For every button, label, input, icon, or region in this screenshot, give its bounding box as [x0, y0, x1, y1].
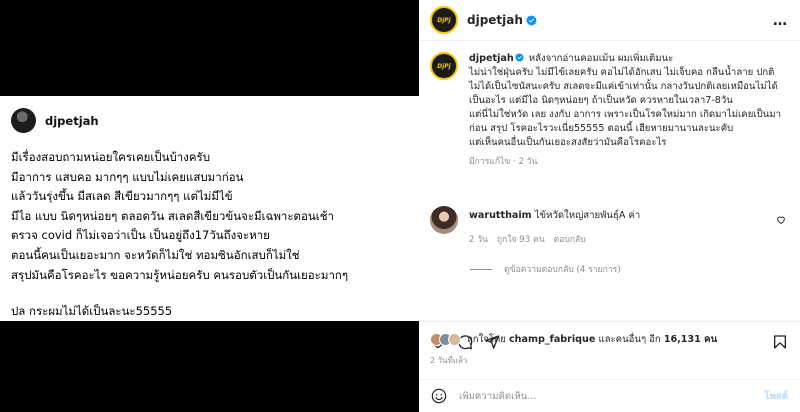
- likes-summary[interactable]: ถูกใจโดย champ_fabrique และคนอื่นๆ อีก 1…: [467, 332, 717, 347]
- card-signature: ปล กระผมไม่ได้เป็นละนะ55555: [11, 304, 173, 319]
- caption-line: หลังจากอ่านคอมเม้น ผมเพิ่มเติมนะ: [528, 53, 674, 64]
- comment-like-heart-icon[interactable]: [776, 215, 786, 225]
- caption-line: แต่นี่ไม่ใช่หวัด เลย งงกับ อาการ เพราะเป…: [469, 109, 781, 134]
- verified-badge-icon: [526, 14, 537, 26]
- comment-meta: 2 วัน ถูกใจ 93 คน ตอบกลับ: [469, 232, 769, 246]
- more-options-icon[interactable]: …: [773, 13, 788, 29]
- likes-middle: และคนอื่นๆ อีก: [598, 334, 661, 345]
- comment-like-count[interactable]: ถูกใจ 93 คน: [497, 232, 545, 246]
- save-bookmark-icon[interactable]: [772, 334, 788, 350]
- likes-row: ถูกใจโดย champ_fabrique และคนอื่นๆ อีก 1…: [430, 332, 717, 347]
- author-username[interactable]: djpetjah: [467, 13, 523, 27]
- post-panel: DjPj djpetjah … DjPj djpetjah หลังจากอ่า…: [419, 0, 800, 412]
- caption-text: djpetjah หลังจากอ่านคอมเม้น ผมเพิ่มเติมน…: [469, 52, 789, 169]
- avatar-logo-text: DjPj: [437, 16, 451, 24]
- card-line: ตอนนี้คนเป็นเยอะมาก จะหวัดก็ไม่ใช่ ทอมซิ…: [11, 247, 300, 262]
- likes-count[interactable]: 16,131 คน: [664, 334, 717, 345]
- view-replies-button[interactable]: ดูข้อความตอบกลับ (4 รายการ): [470, 262, 621, 276]
- card-line: ตรวจ covid ก็ไม่เจอว่าเป็น เป็นอยู่ถึง17…: [11, 228, 270, 243]
- verified-badge-icon: [514, 53, 524, 62]
- comment-body: warutthaim ไข้หวัดใหญ่สายพันธุ์A ค่า 2 ว…: [469, 206, 769, 246]
- post-timestamp[interactable]: 2 วันที่แล้ว: [430, 354, 467, 367]
- add-comment-input[interactable]: [459, 390, 739, 402]
- caption-username[interactable]: djpetjah: [469, 53, 514, 64]
- caption-meta: มีการแก้ไข · 2 วัน: [469, 157, 538, 167]
- caption-line: ไม่น่าใช่ฝุ่นครับ ไม่มีไข้เลยครับ คอไม่ไ…: [469, 67, 775, 78]
- commenter-username[interactable]: warutthaim: [469, 210, 532, 221]
- post-media[interactable]: djpetjah มีเรื่องสอบถามหน่อยใครเคยเป็นบ้…: [0, 0, 419, 412]
- liker-avatar[interactable]: [448, 333, 461, 346]
- post-comment-button[interactable]: โพสต์: [764, 389, 788, 404]
- card-line: มีอาการ แสบคอ มากๆๆ แบบไม่เคยแสบมาก่อน: [11, 169, 244, 184]
- card-line: แล้ววันรุ่งขึ้น มีสเลด สีเขียวมากๆๆ แต่ไ…: [11, 189, 233, 204]
- edited-label: มีการแก้ไข: [469, 157, 511, 167]
- caption-avatar[interactable]: DjPj: [430, 52, 458, 80]
- caption-time[interactable]: 2 วัน: [518, 157, 537, 167]
- commenter-avatar[interactable]: [430, 206, 458, 234]
- caption-line: ไม่ได้เป็นไซนัสนะครับ สเลดจะมีแค่เข้าเท่…: [469, 81, 778, 106]
- replies-divider: [470, 268, 492, 270]
- liker-username[interactable]: champ_fabrique: [509, 334, 595, 345]
- card-line: มีไอ แบบ นิดๆหน่อยๆ ตลอดวัน สเลดสีเขียวข…: [11, 208, 334, 223]
- caption: DjPj djpetjah หลังจากอ่านคอมเม้น ผมเพิ่ม…: [430, 52, 790, 169]
- comment-time[interactable]: 2 วัน: [469, 232, 488, 246]
- text-card-image: djpetjah มีเรื่องสอบถามหน่อยใครเคยเป็นบ้…: [0, 96, 419, 321]
- card-author-name: djpetjah: [45, 113, 99, 128]
- comments-scroll-area[interactable]: DjPj djpetjah หลังจากอ่านคอมเม้น ผมเพิ่ม…: [419, 41, 800, 321]
- card-line: มีเรื่องสอบถามหน่อยใครเคยเป็นบ้างครับ: [11, 150, 211, 164]
- likes-prefix: ถูกใจโดย: [467, 334, 506, 345]
- card-body: มีเรื่องสอบถามหน่อยใครเคยเป็นบ้างครับ มี…: [11, 148, 413, 322]
- comment-text: ไข้หวัดใหญ่สายพันธุ์A ค่า: [534, 210, 641, 221]
- comment-item: warutthaim ไข้หวัดใหญ่สายพันธุ์A ค่า 2 ว…: [430, 206, 790, 246]
- caption-line: แต่เห็นคนอื่นเป็นกันเยอะสงสัยว่ามันคือโร…: [469, 137, 667, 148]
- comment-text-row: warutthaim ไข้หวัดใหญ่สายพันธุ์A ค่า: [469, 209, 769, 223]
- avatar-logo-text: DjPj: [437, 62, 451, 70]
- emoji-icon[interactable]: [431, 388, 447, 404]
- card-author: djpetjah: [11, 108, 99, 133]
- post-header: DjPj djpetjah …: [419, 0, 800, 41]
- view-replies-label: ดูข้อความตอบกลับ (4 รายการ): [504, 265, 621, 275]
- comment-reply-button[interactable]: ตอบกลับ: [554, 232, 586, 246]
- add-comment-bar: โพสต์: [419, 379, 800, 412]
- author-avatar[interactable]: DjPj: [430, 6, 458, 34]
- card-line: สรุปมันคือโรคอะไร ขอความรู้หน่อยครับ คนร…: [11, 267, 349, 282]
- card-avatar: [11, 108, 36, 133]
